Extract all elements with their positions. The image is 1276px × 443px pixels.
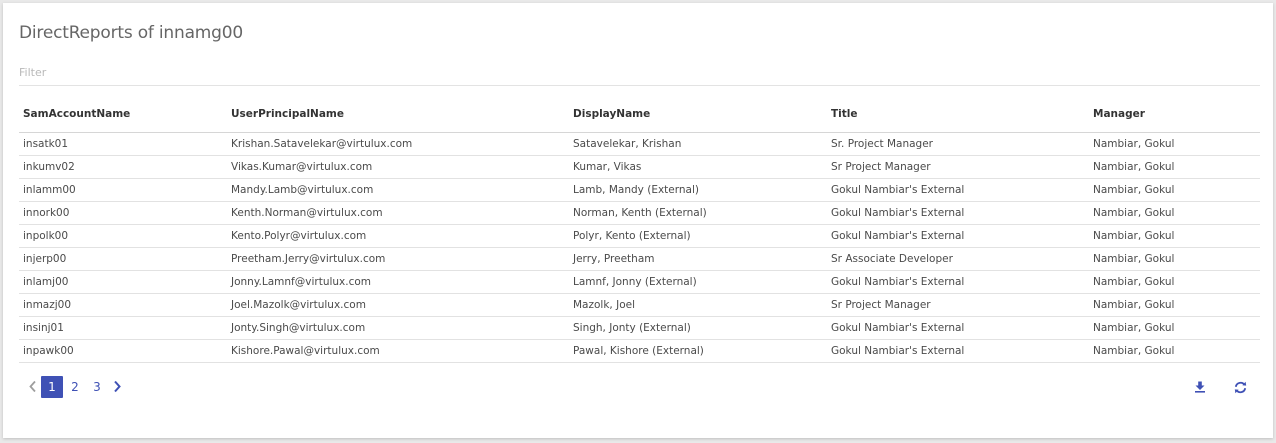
cell-title: Gokul Nambiar's External — [827, 178, 1089, 202]
refresh-button[interactable] — [1231, 378, 1249, 396]
cell-samaccountname: innork00 — [19, 201, 227, 225]
cell-displayname: Satavelekar, Krishan — [569, 132, 827, 156]
next-page-button[interactable] — [108, 376, 126, 398]
cell-samaccountname: inmazj00 — [19, 293, 227, 317]
pagination: 1 2 3 — [23, 375, 126, 398]
cell-title: Sr Associate Developer — [827, 247, 1089, 271]
table-row[interactable]: insatk01 Krishan.Satavelekar@virtulux.co… — [19, 132, 1260, 156]
cell-title: Sr Project Manager — [827, 155, 1089, 179]
cell-displayname: Polyr, Kento (External) — [569, 224, 827, 248]
cell-manager: Nambiar, Gokul — [1089, 132, 1260, 156]
cell-manager: Nambiar, Gokul — [1089, 247, 1260, 271]
cell-displayname: Lamb, Mandy (External) — [569, 178, 827, 202]
cell-samaccountname: inpolk00 — [19, 224, 227, 248]
table-header-row: SamAccountName UserPrincipalName Display… — [19, 96, 1260, 133]
refresh-icon — [1234, 381, 1246, 393]
cell-manager: Nambiar, Gokul — [1089, 178, 1260, 202]
column-header-userprincipalname[interactable]: UserPrincipalName — [227, 96, 569, 133]
cell-displayname: Mazolk, Joel — [569, 293, 827, 317]
page-1-button[interactable]: 1 — [41, 375, 63, 398]
cell-userprincipalname: Preetham.Jerry@virtulux.com — [227, 247, 569, 271]
table-row[interactable]: inmazj00 Joel.Mazolk@virtulux.com Mazolk… — [19, 293, 1260, 317]
cell-samaccountname: insatk01 — [19, 132, 227, 156]
column-header-displayname[interactable]: DisplayName — [569, 96, 827, 133]
cell-title: Sr Project Manager — [827, 293, 1089, 317]
cell-displayname: Jerry, Preetham — [569, 247, 827, 271]
cell-manager: Nambiar, Gokul — [1089, 224, 1260, 248]
cell-displayname: Singh, Jonty (External) — [569, 316, 827, 340]
cell-displayname: Norman, Kenth (External) — [569, 201, 827, 225]
direct-reports-panel: DirectReports of innamg00 SamAccountName… — [3, 3, 1273, 438]
direct-reports-table: SamAccountName UserPrincipalName Display… — [19, 96, 1260, 363]
cell-manager: Nambiar, Gokul — [1089, 293, 1260, 317]
cell-manager: Nambiar, Gokul — [1089, 155, 1260, 179]
filter-input[interactable] — [19, 60, 1260, 86]
cell-samaccountname: inkumv02 — [19, 155, 227, 179]
table-row[interactable]: inpolk00 Kento.Polyr@virtulux.com Polyr,… — [19, 224, 1260, 248]
cell-title: Gokul Nambiar's External — [827, 270, 1089, 294]
cell-samaccountname: inpawk00 — [19, 339, 227, 363]
table-row[interactable]: innork00 Kenth.Norman@virtulux.com Norma… — [19, 201, 1260, 225]
column-header-manager[interactable]: Manager — [1089, 96, 1260, 133]
cell-samaccountname: inlamm00 — [19, 178, 227, 202]
cell-manager: Nambiar, Gokul — [1089, 339, 1260, 363]
column-header-title[interactable]: Title — [827, 96, 1089, 133]
page-2-button[interactable]: 2 — [64, 376, 86, 398]
cell-displayname: Lamnf, Jonny (External) — [569, 270, 827, 294]
cell-userprincipalname: Mandy.Lamb@virtulux.com — [227, 178, 569, 202]
column-header-samaccountname[interactable]: SamAccountName — [19, 96, 227, 133]
cell-userprincipalname: Krishan.Satavelekar@virtulux.com — [227, 132, 569, 156]
cell-userprincipalname: Kishore.Pawal@virtulux.com — [227, 339, 569, 363]
panel-title: DirectReports of innamg00 — [19, 23, 243, 43]
cell-userprincipalname: Joel.Mazolk@virtulux.com — [227, 293, 569, 317]
chevron-left-icon — [28, 380, 36, 393]
cell-samaccountname: inlamj00 — [19, 270, 227, 294]
table-row[interactable]: inlamj00 Jonny.Lamnf@virtulux.com Lamnf,… — [19, 270, 1260, 294]
cell-title: Gokul Nambiar's External — [827, 201, 1089, 225]
previous-page-button[interactable] — [23, 376, 41, 398]
cell-manager: Nambiar, Gokul — [1089, 201, 1260, 225]
cell-samaccountname: injerp00 — [19, 247, 227, 271]
table-row[interactable]: insinj01 Jonty.Singh@virtulux.com Singh,… — [19, 316, 1260, 340]
table-row[interactable]: inlamm00 Mandy.Lamb@virtulux.com Lamb, M… — [19, 178, 1260, 202]
cell-manager: Nambiar, Gokul — [1089, 270, 1260, 294]
cell-userprincipalname: Kenth.Norman@virtulux.com — [227, 201, 569, 225]
table-row[interactable]: inkumv02 Vikas.Kumar@virtulux.com Kumar,… — [19, 155, 1260, 179]
cell-displayname: Kumar, Vikas — [569, 155, 827, 179]
download-button[interactable] — [1191, 378, 1209, 396]
cell-samaccountname: insinj01 — [19, 316, 227, 340]
cell-userprincipalname: Kento.Polyr@virtulux.com — [227, 224, 569, 248]
chevron-right-icon — [113, 380, 121, 393]
table-actions — [1169, 378, 1249, 396]
table-row[interactable]: inpawk00 Kishore.Pawal@virtulux.com Pawa… — [19, 339, 1260, 363]
cell-displayname: Pawal, Kishore (External) — [569, 339, 827, 363]
cell-title: Sr. Project Manager — [827, 132, 1089, 156]
table-row[interactable]: injerp00 Preetham.Jerry@virtulux.com Jer… — [19, 247, 1260, 271]
cell-userprincipalname: Vikas.Kumar@virtulux.com — [227, 155, 569, 179]
page-3-button[interactable]: 3 — [86, 376, 108, 398]
cell-userprincipalname: Jonny.Lamnf@virtulux.com — [227, 270, 569, 294]
cell-title: Gokul Nambiar's External — [827, 224, 1089, 248]
cell-manager: Nambiar, Gokul — [1089, 316, 1260, 340]
cell-userprincipalname: Jonty.Singh@virtulux.com — [227, 316, 569, 340]
cell-title: Gokul Nambiar's External — [827, 339, 1089, 363]
cell-title: Gokul Nambiar's External — [827, 316, 1089, 340]
download-icon — [1195, 381, 1205, 393]
